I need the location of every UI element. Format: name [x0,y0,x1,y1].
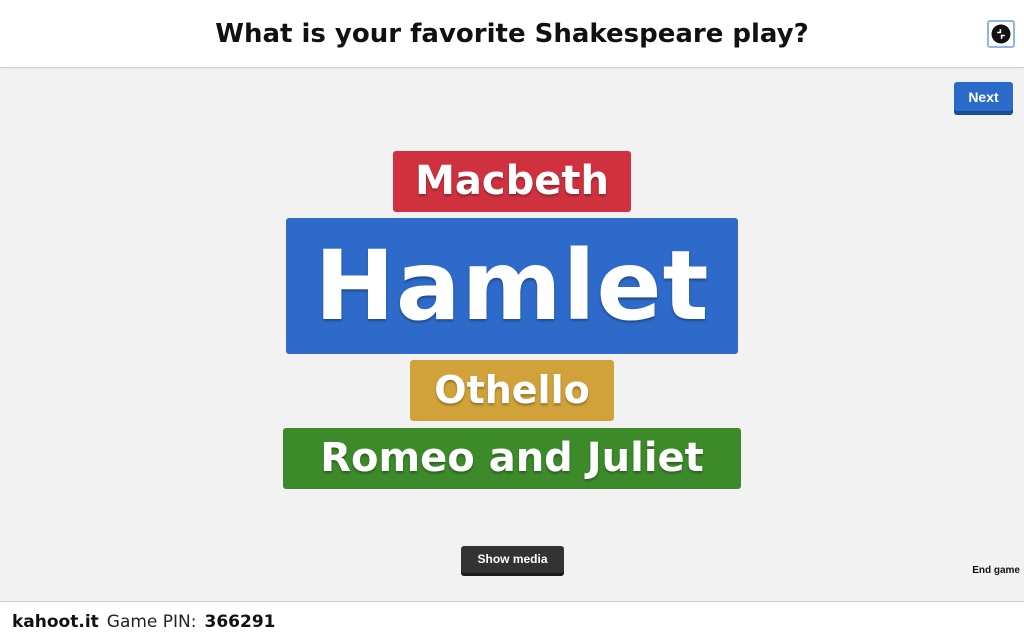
top-bar: What is your favorite Shakespeare play? [0,0,1024,68]
next-button[interactable]: Next [954,82,1013,115]
footer-bar: kahoot.it Game PIN: 366291 [0,601,1024,640]
game-pin-label: Game PIN: [106,611,197,632]
show-media-button[interactable]: Show media [461,546,564,576]
word-othello: Othello [410,360,614,421]
game-pin-value: 366291 [204,611,276,632]
site-name: kahoot.it [12,611,99,632]
word-macbeth: Macbeth [393,151,631,212]
word-romeo-and-juliet: Romeo and Juliet [283,428,741,489]
word-hamlet: Hamlet [286,218,738,354]
end-game-link[interactable]: End game [950,564,1020,578]
question-title: What is your favorite Shakespeare play? [215,19,809,49]
collapse-button[interactable] [987,20,1015,48]
collapse-arrows-icon [991,24,1011,44]
